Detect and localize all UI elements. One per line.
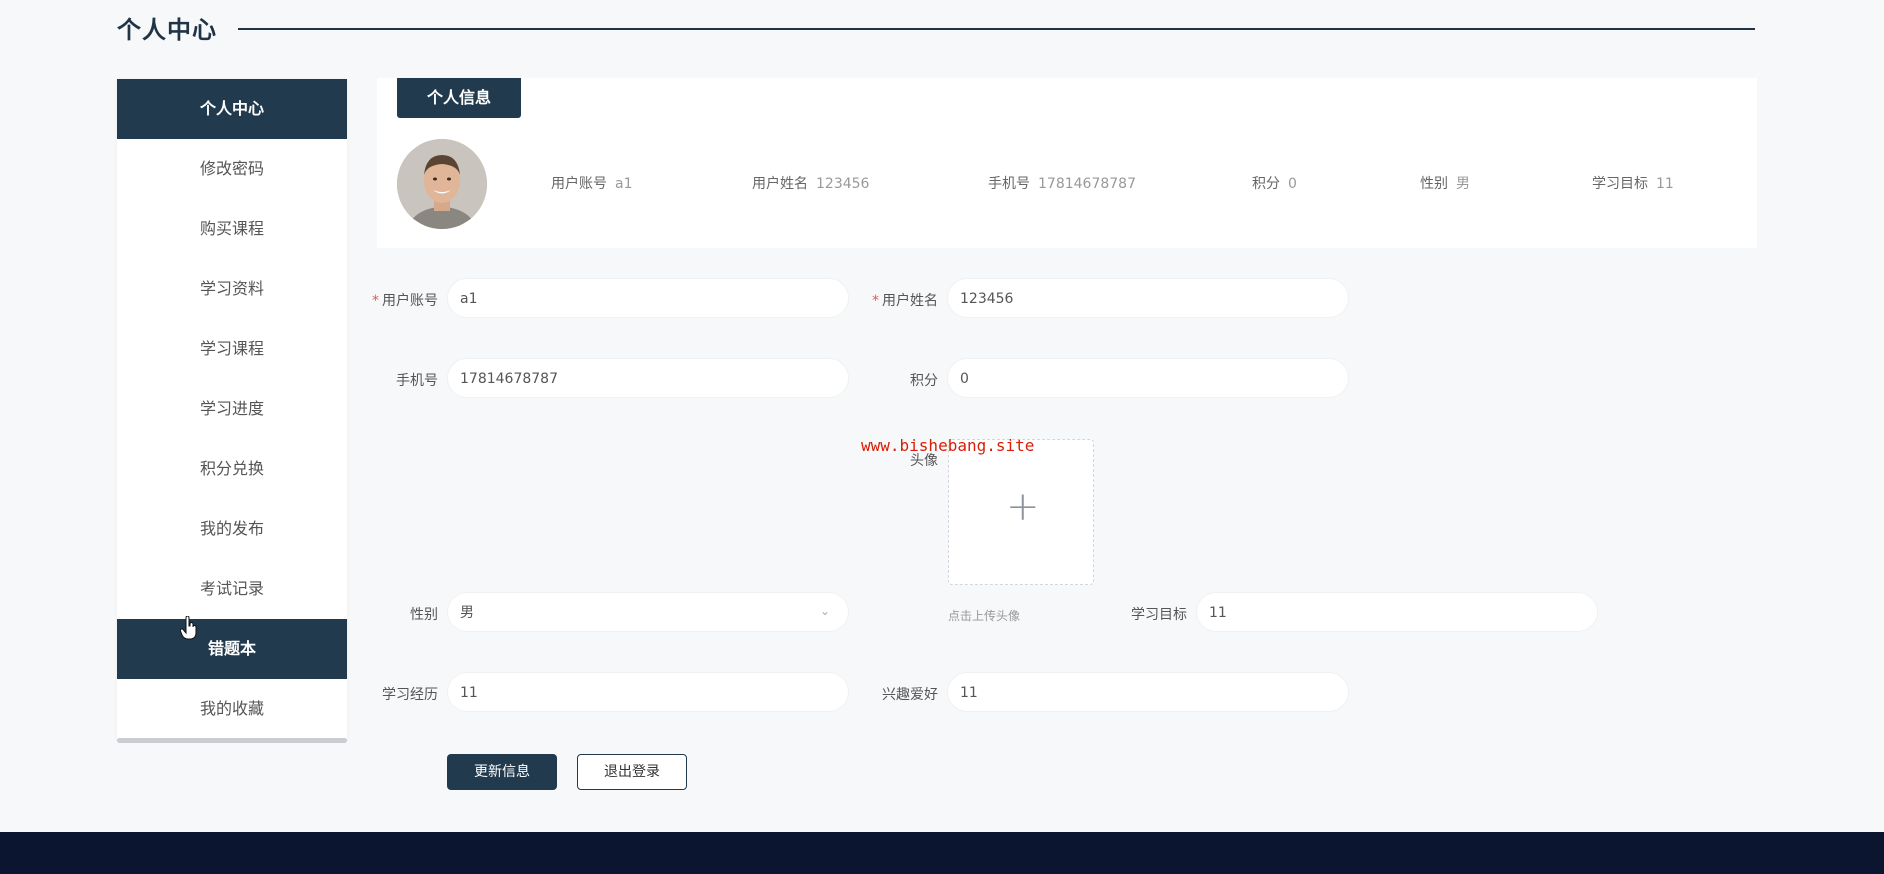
tab-personal-info[interactable]: 个人信息 (397, 78, 521, 118)
username-label: * 用户账号 (372, 293, 438, 309)
study-goal-label: 学习目标 (1131, 607, 1187, 623)
watermark-text: www.bishebang.site (861, 436, 1035, 455)
points-input[interactable]: 0 (947, 358, 1349, 398)
sidebar-menu: 个人中心 修改密码 购买课程 学习资料 学习课程 学习进度 积分兑换 我的发布 … (117, 79, 347, 739)
update-info-button[interactable]: 更新信息 (447, 754, 557, 790)
realname-label: * 用户姓名 (872, 293, 938, 309)
realname-input[interactable]: 123456 (947, 278, 1349, 318)
sidebar-item-change-password[interactable]: 修改密码 (117, 139, 347, 199)
gender-select[interactable]: 男 (447, 592, 849, 632)
hand-cursor-icon (179, 615, 198, 644)
sidebar-item-study-materials[interactable]: 学习资料 (117, 259, 347, 319)
phone-label: 手机号 (396, 373, 438, 389)
gender-label: 性别 (410, 607, 438, 623)
study-goal-input[interactable]: 11 (1196, 592, 1598, 632)
sidebar-item-wrong-questions[interactable]: 错题本 (117, 619, 347, 679)
info-points: 积分 0 (1252, 176, 1297, 192)
sidebar-item-personal-center[interactable]: 个人中心 (117, 79, 347, 139)
info-username: 用户账号 a1 (551, 176, 633, 192)
info-gender: 性别男 (1420, 176, 1470, 192)
sidebar-item-study-courses[interactable]: 学习课程 (117, 319, 347, 379)
username-input[interactable]: a1 (447, 278, 849, 318)
info-phone: 手机号 17814678787 (988, 176, 1136, 192)
avatar-upload-tip: 点击上传头像 (948, 609, 1021, 623)
sidebar-item-points-exchange[interactable]: 积分兑换 (117, 439, 347, 499)
info-realname: 用户姓名 123456 (752, 176, 870, 192)
points-label: 积分 (910, 373, 938, 389)
sidebar-item-my-favorites[interactable]: 我的收藏 (117, 679, 347, 739)
logout-button[interactable]: 退出登录 (577, 754, 687, 790)
sidebar-scrollbar[interactable] (117, 738, 347, 743)
info-study-goal: 学习目标 11 (1592, 176, 1674, 192)
experience-label: 学习经历 (382, 687, 438, 703)
page-footer (0, 832, 1884, 874)
sidebar-item-study-progress[interactable]: 学习进度 (117, 379, 347, 439)
chevron-down-icon: ⌄ (820, 604, 831, 618)
title-divider (238, 28, 1755, 30)
sidebar-item-purchase-course[interactable]: 购买课程 (117, 199, 347, 259)
sidebar-item-exam-records[interactable]: 考试记录 (117, 559, 347, 619)
user-avatar-icon (397, 139, 487, 229)
sidebar-item-my-posts[interactable]: 我的发布 (117, 499, 347, 559)
hobby-input[interactable]: 11 (947, 672, 1349, 712)
plus-icon: + (1006, 484, 1040, 530)
profile-info-card (377, 78, 1757, 248)
phone-input[interactable]: 17814678787 (447, 358, 849, 398)
experience-input[interactable]: 11 (447, 672, 849, 712)
hobby-label: 兴趣爱好 (882, 687, 938, 703)
page-title: 个人中心 (117, 16, 217, 44)
